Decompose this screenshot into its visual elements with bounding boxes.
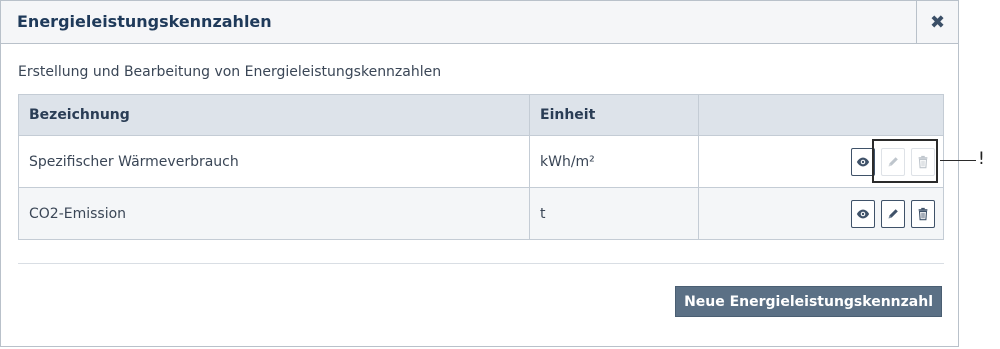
column-header-actions [698,94,944,136]
annotation-callout-mark: ! [978,149,985,169]
view-button[interactable] [851,199,875,228]
new-kpi-button[interactable]: Neue Energieleistungskennzahl [675,286,942,317]
close-button[interactable]: ✖ [916,1,958,43]
dialog-title: Energieleistungskennzahlen [17,12,272,31]
cell-actions [698,187,944,240]
cell-unit: t [529,187,699,240]
eye-icon [856,209,870,218]
dialog: Energieleistungskennzahlen ✖ Erstellung … [0,0,959,347]
annotation-highlight-box [872,139,938,183]
cell-unit: kWh/m² [529,135,699,188]
close-icon: ✖ [929,11,946,33]
divider [18,263,944,264]
table-header-row: Bezeichnung Einheit [18,94,944,136]
pencil-icon [888,208,898,218]
kpi-table: Bezeichnung Einheit Spezifischer Wärmeve… [18,94,944,240]
cell-name: Spezifischer Wärmeverbrauch [18,135,530,188]
eye-icon [856,157,870,166]
edit-button[interactable] [881,199,905,228]
table-row: CO2-Emission t [18,187,944,240]
dialog-header: Energieleistungskennzahlen ✖ [1,1,958,44]
delete-button[interactable] [911,199,935,228]
dialog-description: Erstellung und Bearbeitung von Energiele… [18,64,442,80]
annotation-callout-line [940,160,976,161]
trash-icon [918,207,928,220]
column-header-name[interactable]: Bezeichnung [18,94,530,136]
table-row: Spezifischer Wärmeverbrauch kWh/m² [18,135,944,188]
cell-name: CO2-Emission [18,187,530,240]
column-header-unit[interactable]: Einheit [529,94,699,136]
